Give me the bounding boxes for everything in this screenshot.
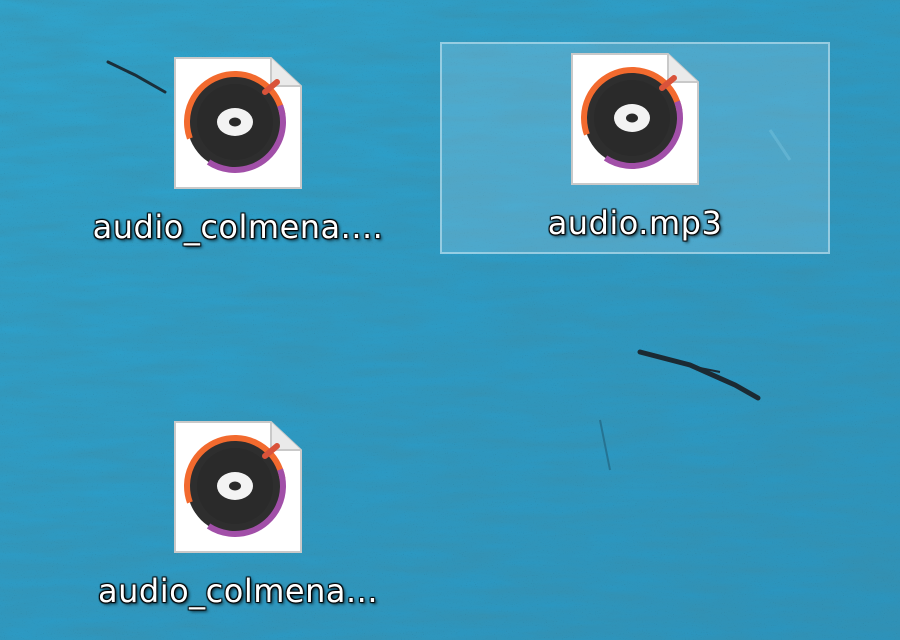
icon-label: audio_colmena... <box>98 572 378 610</box>
desktop-icon-audio-colmena-1[interactable]: audio_colmena.... <box>43 46 433 258</box>
desktop-icon-audio-colmena-2[interactable]: audio_colmena... <box>43 410 433 622</box>
icon-label: audio.mp3 <box>547 204 723 242</box>
music-disc-file-icon <box>571 53 699 185</box>
icon-label: audio_colmena.... <box>92 208 384 246</box>
music-disc-file-icon <box>174 57 302 189</box>
desktop-icon-audio-mp3[interactable]: audio.mp3 <box>440 42 830 254</box>
music-disc-file-icon <box>174 421 302 553</box>
desktop[interactable]: audio_colmena.... audio.mp3 audio_colmen… <box>0 0 900 640</box>
